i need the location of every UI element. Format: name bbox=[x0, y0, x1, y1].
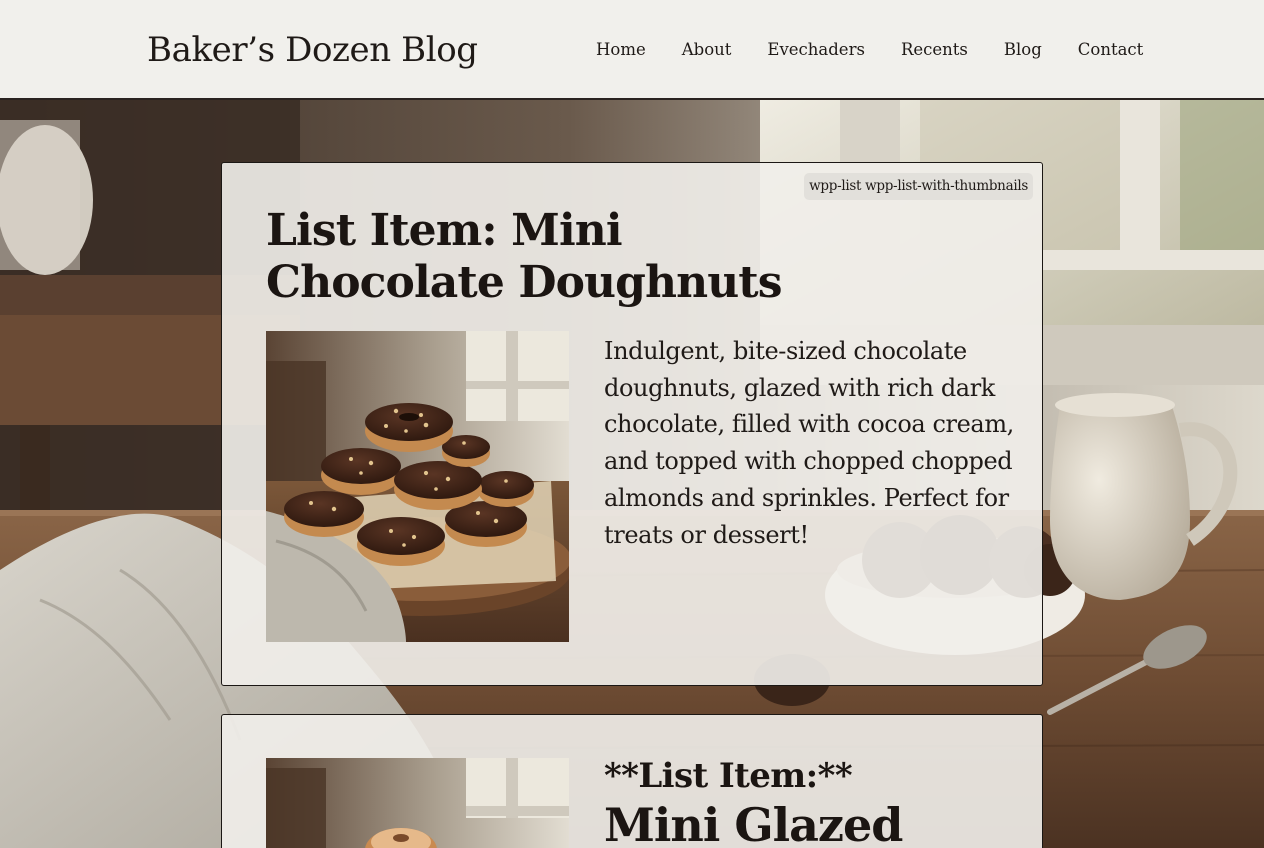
list-item-title[interactable]: List Item: Mini Chocolate Doughnuts bbox=[266, 205, 866, 309]
list-item-card: **List Item:** Mini Glazed bbox=[221, 714, 1043, 848]
nav-link-contact[interactable]: Contact bbox=[1078, 39, 1144, 61]
chocolate-doughnuts-thumbnail[interactable] bbox=[266, 331, 569, 642]
list-item-kicker: **List Item:** bbox=[604, 756, 853, 796]
glazed-doughnut-thumbnail[interactable] bbox=[266, 758, 569, 848]
nav-link-home[interactable]: Home bbox=[596, 39, 646, 61]
list-item-description: Indulgent, bite-sized chocolate doughnut… bbox=[604, 337, 1014, 549]
nav-link-recents[interactable]: Recents bbox=[901, 39, 968, 61]
list-item-title[interactable]: Mini Glazed bbox=[604, 797, 903, 848]
nav-link-blog[interactable]: Blog bbox=[1004, 39, 1042, 61]
nav-link-evechaders[interactable]: Evechaders bbox=[767, 39, 865, 61]
nav-link-about[interactable]: About bbox=[682, 39, 732, 61]
site-title[interactable]: Baker’s Dozen Blog bbox=[147, 29, 478, 71]
site-header: Baker’s Dozen Blog Home About Evechaders… bbox=[0, 0, 1264, 100]
class-badge: wpp-list wpp-list-with-thumbnails bbox=[804, 173, 1033, 200]
main-nav: Home About Evechaders Recents Blog Conta… bbox=[596, 39, 1143, 61]
list-item-card: wpp-list wpp-list-with-thumbnails List I… bbox=[221, 162, 1043, 686]
